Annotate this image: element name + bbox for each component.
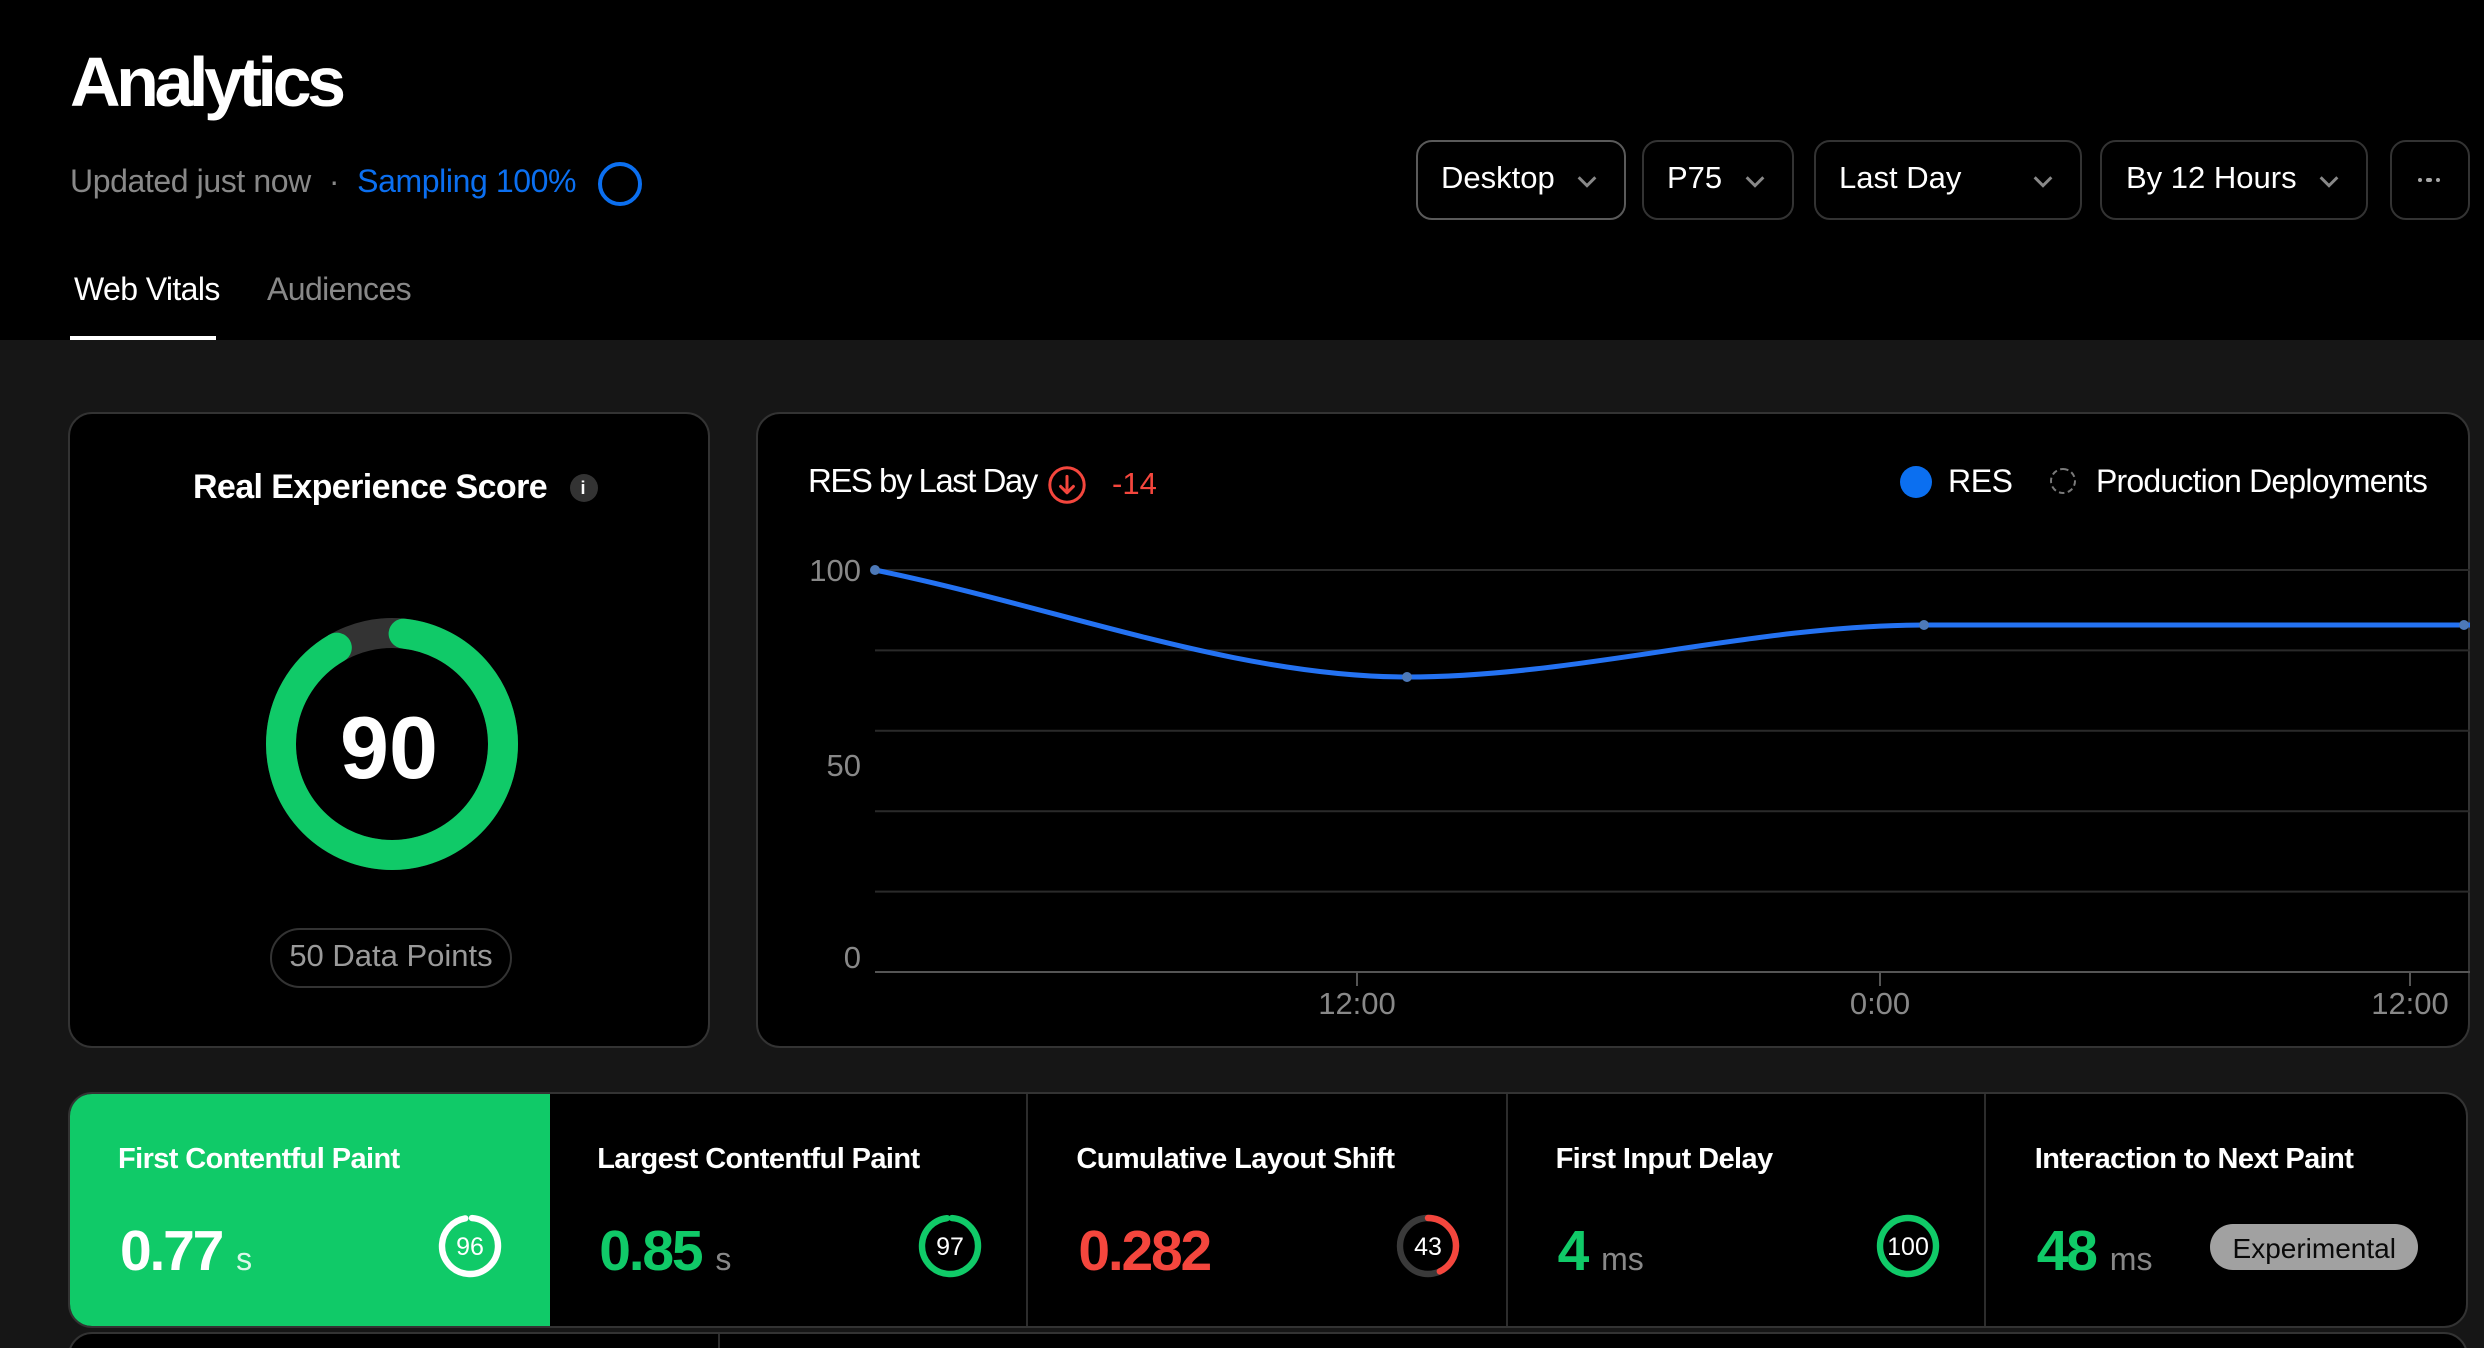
svg-text:97: 97 <box>935 1233 963 1261</box>
svg-text:100: 100 <box>809 552 861 587</box>
svg-text:50: 50 <box>827 747 861 782</box>
svg-text:0: 0 <box>844 939 861 974</box>
svg-text:100: 100 <box>1887 1233 1929 1261</box>
svg-text:12:00: 12:00 <box>2371 985 2449 1020</box>
svg-text:12:00: 12:00 <box>1318 985 1396 1020</box>
svg-text:43: 43 <box>1414 1233 1442 1261</box>
svg-text:0:00: 0:00 <box>1850 985 1910 1020</box>
svg-text:96: 96 <box>456 1233 484 1261</box>
